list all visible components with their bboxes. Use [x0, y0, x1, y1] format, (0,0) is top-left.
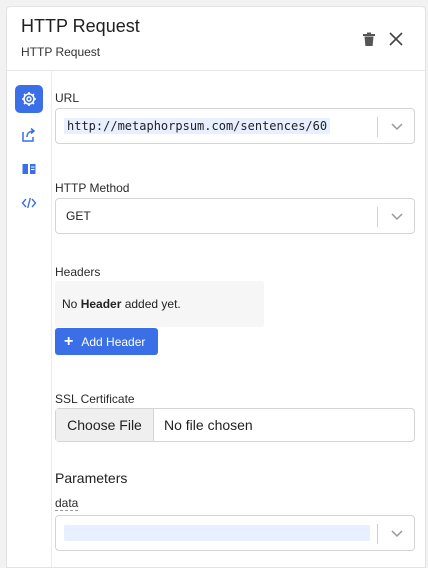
http-method-value: GET — [66, 209, 91, 223]
close-icon — [389, 32, 403, 46]
code-tab[interactable] — [15, 189, 43, 217]
file-status: No file chosen — [164, 417, 253, 433]
chevron-down-icon[interactable] — [390, 209, 404, 223]
panel-subtitle: HTTP Request — [21, 45, 101, 59]
plus-icon: + — [64, 332, 74, 350]
url-label: URL — [55, 91, 80, 105]
ssl-certificate-label: SSL Certificate — [55, 392, 135, 406]
empty-strong: Header — [80, 297, 122, 311]
http-method-select[interactable]: GET — [55, 198, 415, 234]
docs-tab[interactable] — [15, 155, 43, 183]
add-header-button[interactable]: + Add Header — [55, 328, 158, 355]
data-field-divider — [377, 524, 378, 544]
url-field[interactable]: http://metaphorpsum.com/sentences/60 — [55, 108, 415, 144]
settings-content: URL http://metaphorpsum.com/sentences/60… — [55, 71, 415, 567]
ssl-certificate-input[interactable]: Choose File No file chosen — [55, 408, 415, 442]
gear-icon — [22, 92, 36, 106]
panel-header: HTTP Request HTTP Request — [7, 7, 425, 71]
headers-empty-state: No Header added yet. — [55, 281, 264, 327]
empty-suffix: added yet. — [121, 297, 181, 311]
add-header-label: Add Header — [81, 334, 146, 349]
data-parameter-value — [64, 525, 370, 541]
close-button[interactable] — [386, 29, 406, 49]
chevron-down-icon[interactable] — [390, 526, 404, 540]
data-parameter-label: data — [55, 496, 79, 511]
headers-empty-message: No Header added yet. — [62, 297, 181, 311]
delete-button[interactable] — [359, 29, 379, 49]
empty-prefix: No — [62, 297, 81, 311]
code-icon — [21, 197, 37, 209]
http-method-divider — [377, 207, 378, 227]
trash-icon — [363, 32, 375, 46]
side-rail — [7, 71, 52, 567]
url-field-divider — [377, 117, 378, 137]
output-tab[interactable] — [15, 121, 43, 149]
panel-title: HTTP Request — [21, 16, 140, 36]
parameters-title: Parameters — [55, 470, 128, 486]
url-value: http://metaphorpsum.com/sentences/60 — [64, 118, 331, 134]
http-request-panel: HTTP Request HTTP Request URL http://met… — [6, 6, 426, 568]
export-icon — [22, 127, 36, 142]
chevron-down-icon[interactable] — [390, 119, 404, 133]
http-method-label: HTTP Method — [55, 181, 130, 195]
book-icon — [22, 164, 36, 174]
settings-tab[interactable] — [15, 85, 43, 113]
headers-label: Headers — [55, 265, 101, 279]
choose-file-button[interactable]: Choose File — [56, 409, 154, 441]
data-parameter-field[interactable] — [55, 515, 415, 551]
